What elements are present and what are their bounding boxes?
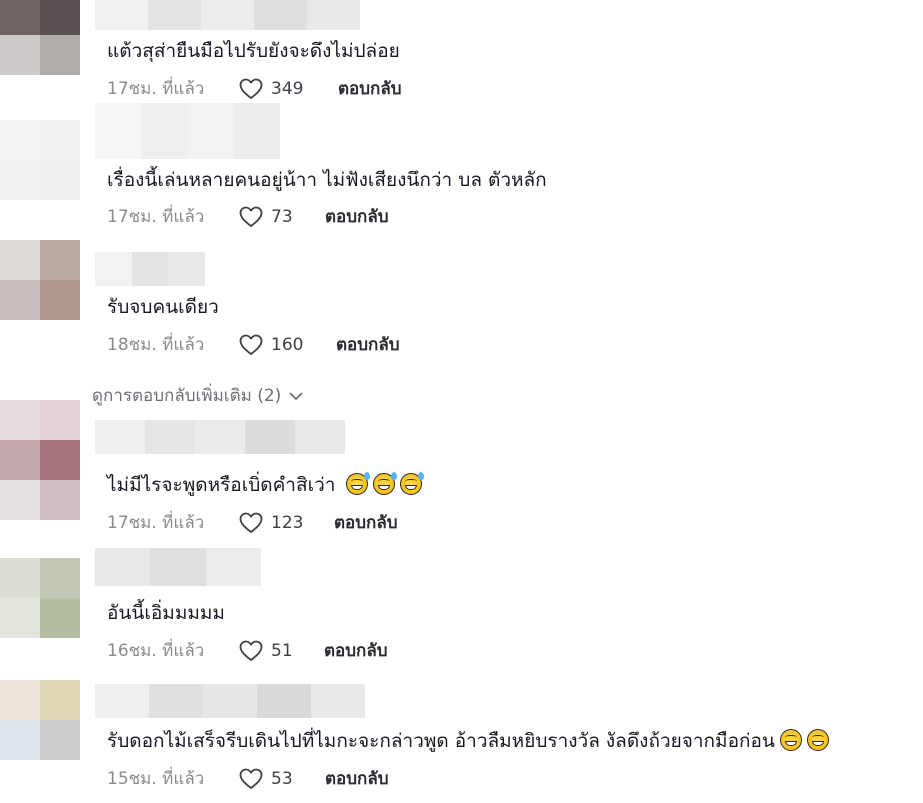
avatar[interactable] [0, 120, 80, 200]
username[interactable] [95, 103, 280, 159]
heart-outline-icon [239, 78, 263, 99]
view-more-replies[interactable]: ดูการตอบกลับเพิ่มเติม (2) [92, 385, 303, 407]
view-more-replies-label: ดูการตอบกลับเพิ่มเติม (2) [92, 386, 282, 406]
username[interactable] [95, 0, 360, 30]
username[interactable] [95, 252, 206, 286]
heart-outline-icon [239, 512, 263, 533]
comment-time: 17ชม. ที่แล้ว [107, 79, 205, 99]
grinning-sweat-emoji-icon [346, 472, 371, 495]
avatar[interactable] [0, 558, 80, 638]
comment-time: 17ชม. ที่แล้ว [107, 207, 205, 227]
comment-text: รับจบคนเดียว [107, 296, 219, 318]
comment-time: 16ชม. ที่แล้ว [107, 641, 205, 661]
like-count: 123 [271, 513, 304, 533]
like-button[interactable]: 349 [239, 76, 303, 102]
grinning-sweat-emoji-icon [400, 472, 425, 495]
reply-button[interactable]: ตอบกลับ [324, 640, 388, 662]
username[interactable] [95, 684, 365, 718]
comment-time: 15ชม. ที่แล้ว [107, 769, 205, 789]
grinning-sweat-emoji-icon [373, 472, 398, 495]
reply-button[interactable]: ตอบกลับ [325, 206, 389, 228]
reply-button[interactable]: ตอบกลับ [325, 768, 389, 790]
chevron-down-icon [289, 392, 303, 400]
comment-text: อันนี้เอิ่มมมมม [107, 602, 225, 624]
heart-outline-icon [239, 768, 263, 789]
avatar[interactable] [0, 0, 80, 75]
heart-outline-icon [239, 206, 263, 227]
reply-button[interactable]: ตอบกลับ [338, 78, 402, 100]
avatar[interactable] [0, 680, 80, 760]
tears-of-joy-emoji-icon [806, 729, 829, 751]
comment-text: เรื่องนี้เล่นหลายคนอยู่น้าา ไม่ฟังเสียงน… [107, 169, 547, 191]
like-count: 160 [271, 335, 304, 355]
comment-text: รับดอกไม้เสร็จรีบเดินไปที่ไมกะจะกล่าวพูด… [107, 728, 829, 754]
reply-button[interactable]: ตอบกลับ [334, 512, 398, 534]
username[interactable] [95, 420, 345, 454]
avatar-lower [0, 480, 80, 520]
like-button[interactable]: 51 [239, 638, 293, 664]
avatar[interactable] [0, 400, 80, 480]
tears-of-joy-emoji-icon [779, 729, 802, 751]
like-count: 53 [271, 769, 293, 789]
comment-time: 18ชม. ที่แล้ว [107, 335, 205, 355]
like-count: 349 [271, 79, 304, 99]
comment-body: ไม่มีไรจะพูดหรือเบิ่ดคำสิเว่า [107, 474, 336, 496]
comment-time: 17ชม. ที่แล้ว [107, 513, 205, 533]
reply-button[interactable]: ตอบกลับ [336, 334, 400, 356]
username[interactable] [95, 548, 261, 586]
heart-outline-icon [239, 640, 263, 661]
avatar[interactable] [0, 240, 80, 320]
comment-body: รับดอกไม้เสร็จรีบเดินไปที่ไมกะจะกล่าวพูด… [107, 730, 775, 752]
comment-text: ไม่มีไรจะพูดหรือเบิ่ดคำสิเว่า [107, 472, 425, 498]
heart-outline-icon [239, 334, 263, 355]
comment-text: แต้วสุส่ายืนมือไปรับยังจะดึงไม่ปล่อย [107, 40, 400, 62]
like-count: 51 [271, 641, 293, 661]
like-button[interactable]: 53 [239, 766, 293, 792]
like-button[interactable]: 160 [239, 332, 303, 358]
like-count: 73 [271, 207, 293, 227]
like-button[interactable]: 123 [239, 510, 303, 536]
like-button[interactable]: 73 [239, 204, 293, 230]
